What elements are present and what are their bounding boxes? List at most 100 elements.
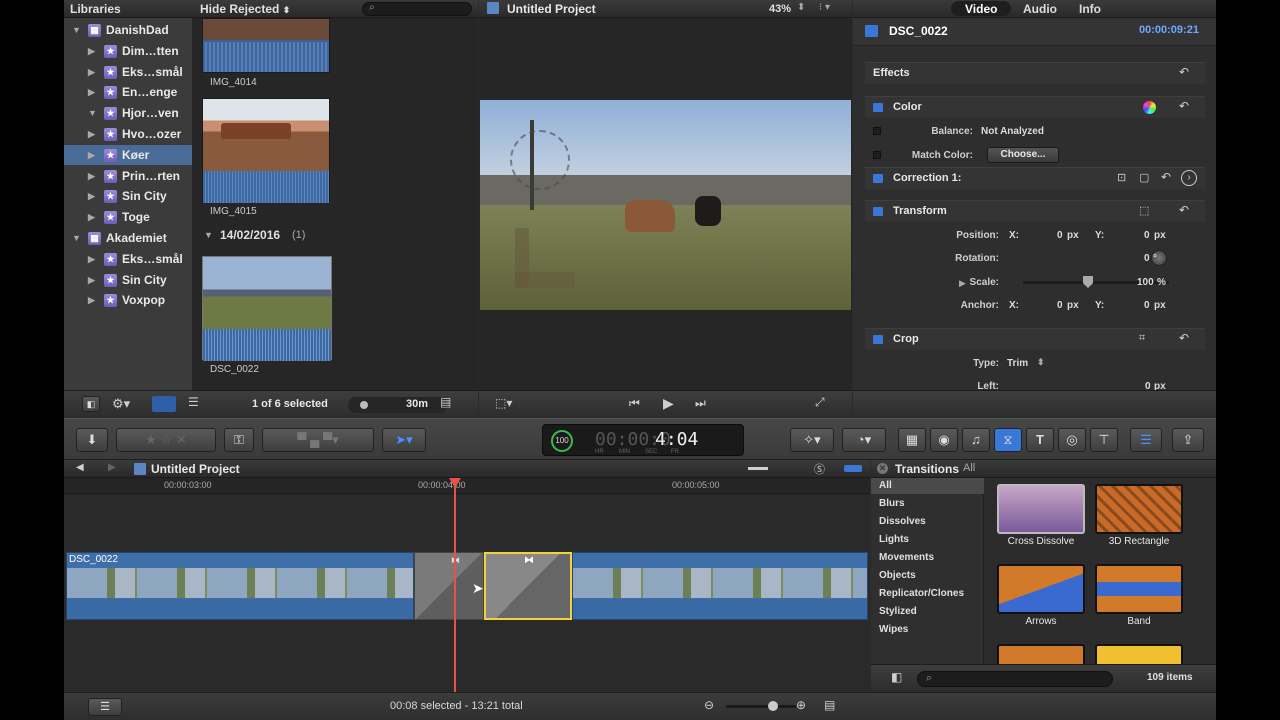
crop-section[interactable]: Crop ⌗ ↶ [865, 328, 1205, 350]
disclosure-triangle-icon[interactable]: ▶ [88, 166, 95, 186]
rating-buttons[interactable]: ★ ☆ ✕ [116, 428, 216, 452]
clip-appearance-icon[interactable]: ▬▬ [748, 462, 768, 473]
crop-onscreen-icon[interactable]: ⌗ [1139, 332, 1145, 345]
library-item[interactable]: ▶ ★ Køer [64, 144, 192, 165]
clip-thumbnail-img4015[interactable] [202, 98, 330, 203]
close-icon[interactable]: ✕ [877, 463, 888, 474]
mask-icon[interactable]: ⊡ [1117, 171, 1126, 184]
disclosure-triangle-icon[interactable]: ▶ [88, 82, 95, 102]
transitions-search[interactable]: ⌕ [917, 671, 1113, 687]
reset-icon[interactable]: ↶ [1161, 170, 1171, 184]
tab-video[interactable]: Video [965, 2, 997, 16]
disclosure-triangle-icon[interactable]: ▶ [88, 270, 95, 290]
transform-onscreen-icon[interactable]: ⬚ [1139, 204, 1149, 217]
library-item[interactable]: ▶ ★ Eks…smål [64, 249, 192, 269]
go-to-icon[interactable]: › [1181, 170, 1197, 186]
library-item[interactable]: ▼ ▦ Akademiet [64, 228, 192, 248]
transform-section[interactable]: Transform ⬚ ↶ [865, 200, 1205, 222]
play-icon[interactable]: ▶ [663, 395, 674, 412]
slider-thumb[interactable] [768, 701, 778, 711]
enable-checkbox[interactable] [873, 207, 883, 216]
library-item[interactable]: ▶ ★ Eks…smål [64, 62, 192, 82]
reset-icon[interactable]: ↶ [1179, 99, 1189, 113]
snapping-icon[interactable]: Ⓢ [814, 461, 825, 477]
timeline-ruler[interactable]: 00:00:03:00 00:00:04:00 00:00:05:00 [64, 478, 870, 494]
transition-category[interactable]: Movements [879, 552, 934, 563]
disclosure-triangle-icon[interactable]: ▶ [88, 124, 95, 144]
checkbox[interactable] [873, 127, 881, 135]
transition-category[interactable]: All [879, 480, 892, 491]
library-item[interactable]: ▶ ★ Sin City [64, 186, 192, 206]
color-section[interactable]: Color ↶ [865, 96, 1205, 118]
retime-icon[interactable]: ◔▾ [842, 428, 886, 452]
transition-thumbnail[interactable] [997, 564, 1085, 614]
library-item[interactable]: ▶ ★ Hvo…ozer [64, 124, 192, 144]
disclosure-triangle-icon[interactable]: ▼ [204, 230, 213, 240]
crop-type-value[interactable]: Trim [1007, 358, 1028, 369]
transition-category[interactable]: Wipes [879, 624, 908, 635]
tab-audio[interactable]: Audio [1023, 2, 1057, 16]
library-item[interactable]: ▼ ★ Hjor…ven [64, 103, 192, 123]
reset-icon[interactable]: ↶ [1179, 65, 1189, 79]
transition-category[interactable]: Objects [879, 570, 916, 581]
sidebar-toggle-icon[interactable]: ◧ [891, 670, 902, 684]
list-view-icon[interactable] [152, 396, 176, 412]
enable-checkbox[interactable] [873, 174, 883, 183]
clip-appearance-icon[interactable]: ▤ [824, 698, 835, 712]
generators-browser-icon[interactable]: ◎ [1058, 428, 1086, 452]
anchor-y-value[interactable]: 0 [1144, 300, 1150, 311]
timeline-index-icon[interactable]: ☰ [88, 698, 122, 716]
enhancements-icon[interactable]: ✧▾ [790, 428, 834, 452]
transition-category[interactable]: Lights [879, 534, 909, 545]
music-browser-icon[interactable]: ♫ [962, 428, 990, 452]
library-item[interactable]: ▶ ★ Sin City [64, 270, 192, 290]
disclosure-triangle-icon[interactable]: ▶ [88, 207, 95, 227]
transition-category[interactable]: Stylized [879, 606, 917, 617]
share-icon[interactable]: ⇪ [1172, 428, 1204, 452]
transition-thumbnail[interactable] [1095, 564, 1183, 614]
back-icon[interactable]: ◀ [76, 462, 84, 473]
library-item[interactable]: ▶ ★ Toge [64, 207, 192, 227]
position-y-value[interactable]: 0 [1144, 230, 1150, 241]
library-toggle-icon[interactable]: ◧ [82, 396, 100, 412]
disclosure-triangle-icon[interactable]: ▼ [72, 20, 81, 40]
fullscreen-icon[interactable]: ⤢ [815, 395, 825, 410]
transition-category[interactable]: Replicator/Clones [879, 588, 964, 599]
timeline-clip[interactable] [572, 552, 868, 620]
previous-edit-icon[interactable]: ⏮ [629, 396, 640, 411]
library-item[interactable]: ▶ ★ Voxpop [64, 290, 192, 310]
import-icon[interactable]: ⬇ [76, 428, 108, 452]
rotation-value[interactable]: 0 [1144, 253, 1150, 264]
transition-thumbnail[interactable] [997, 484, 1085, 534]
forward-icon[interactable]: ▶ [108, 462, 116, 473]
correction-section[interactable]: Correction 1: ⊡ ▢ ↶ › [865, 167, 1205, 189]
clip-thumbnail-img4014[interactable] [202, 18, 330, 73]
clip-thumbnail-dsc0022[interactable] [202, 256, 332, 361]
inspector-toggle-icon[interactable]: ☰ [1130, 428, 1162, 452]
keyword-icon[interactable]: ⚿ [224, 428, 254, 452]
checkbox[interactable] [873, 151, 881, 159]
timeline-zoom-slider[interactable] [726, 701, 796, 711]
selected-transition[interactable]: ⧓ [484, 552, 572, 620]
anchor-x-value[interactable]: 0 [1057, 300, 1063, 311]
disclosure-triangle-icon[interactable]: ▶ [88, 145, 95, 165]
zoom-stepper-icon[interactable]: ⬍ [797, 2, 805, 13]
transitions-browser-icon[interactable]: ⧖ [994, 428, 1022, 452]
photos-browser-icon[interactable]: ◉ [930, 428, 958, 452]
hide-rejected-menu[interactable]: Hide Rejected ⬍ [200, 2, 290, 16]
audio-skimming-icon[interactable] [844, 465, 862, 472]
slider-thumb[interactable] [1083, 276, 1093, 288]
crop-menu-icon[interactable]: ⬚▾ [495, 396, 512, 410]
reset-icon[interactable]: ↶ [1179, 331, 1189, 345]
disclosure-triangle-icon[interactable]: ▼ [72, 228, 81, 248]
reset-icon[interactable]: ↶ [1179, 203, 1189, 217]
transition-category[interactable]: Dissolves [879, 516, 926, 527]
choose-button[interactable]: Choose... [987, 147, 1059, 163]
gear-icon[interactable]: ⚙▾ [112, 396, 130, 412]
dashboard[interactable]: 100 00:00:0 4:04 HR MIN SEC FR [542, 424, 744, 456]
effects-browser-icon[interactable]: ▦ [898, 428, 926, 452]
tab-info[interactable]: Info [1079, 2, 1101, 16]
disclosure-triangle-icon[interactable]: ▼ [88, 103, 97, 123]
library-item[interactable]: ▼ ▦ DanishDad [64, 20, 192, 40]
position-x-value[interactable]: 0 [1057, 230, 1063, 241]
